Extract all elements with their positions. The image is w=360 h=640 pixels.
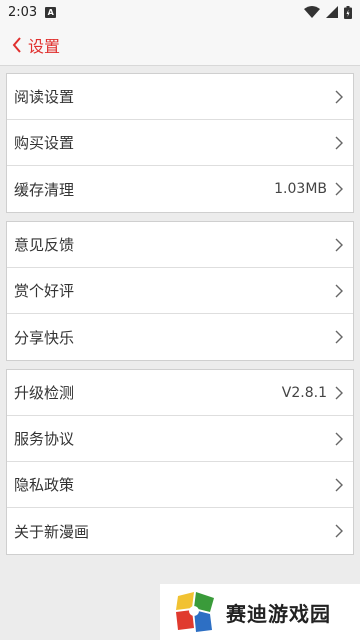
row-label: 分享快乐: [14, 328, 75, 347]
watermark-logo-icon: [176, 592, 214, 632]
row-right: [335, 90, 343, 104]
settings-group-1: 阅读设置 购买设置 缓存清理 1.03MB: [6, 73, 354, 213]
row-right: [335, 284, 343, 298]
row-clear-cache[interactable]: 缓存清理 1.03MB: [7, 166, 353, 212]
row-label: 升级检测: [14, 384, 75, 402]
status-time: 2:03: [8, 4, 38, 20]
version-value: V2.8.1: [281, 384, 327, 401]
row-right: [335, 238, 343, 252]
row-right: [335, 524, 343, 538]
row-about[interactable]: 关于新漫画: [7, 508, 353, 554]
wifi-icon: [304, 6, 320, 18]
row-label: 服务协议: [14, 430, 75, 448]
status-bar: 2:03 A: [0, 0, 360, 24]
signal-icon: [326, 6, 338, 18]
row-privacy-policy[interactable]: 隐私政策: [7, 462, 353, 508]
row-check-update[interactable]: 升级检测 V2.8.1: [7, 370, 353, 416]
chevron-right-icon: [335, 478, 343, 491]
settings-group-2: 意见反馈 赏个好评 分享快乐: [6, 221, 354, 361]
row-reading-settings[interactable]: 阅读设置: [7, 74, 353, 120]
row-terms-of-service[interactable]: 服务协议: [7, 416, 353, 462]
chevron-right-icon: [335, 136, 343, 149]
row-purchase-settings[interactable]: 购买设置: [7, 120, 353, 166]
app-bar: 设置: [0, 24, 360, 66]
chevron-right-icon: [335, 182, 343, 196]
row-label: 缓存清理: [14, 180, 75, 199]
notification-icon: A: [45, 6, 57, 18]
row-label: 购买设置: [14, 134, 75, 152]
cache-size-value: 1.03MB: [274, 181, 327, 197]
chevron-right-icon: [335, 330, 343, 344]
back-button[interactable]: 设置: [12, 33, 60, 57]
settings-group-3: 升级检测 V2.8.1 服务协议 隐私政策 关于新漫画: [6, 369, 354, 555]
row-label: 意见反馈: [14, 236, 75, 254]
chevron-right-icon: [335, 432, 343, 445]
row-right: [335, 330, 343, 344]
row-right: [335, 432, 343, 446]
page-title: 设置: [28, 36, 61, 56]
row-right: 1.03MB: [274, 181, 343, 197]
row-rate-app[interactable]: 赏个好评: [7, 268, 353, 314]
chevron-right-icon: [335, 90, 343, 103]
settings-screen: 2:03 A 设置 阅读设置 购买设置 缓存清理 1.03MB 意见反馈 赏个好…: [0, 0, 360, 640]
row-label: 阅读设置: [14, 88, 75, 106]
settings-content: 阅读设置 购买设置 缓存清理 1.03MB 意见反馈 赏个好评 分享快乐 升级检…: [0, 66, 360, 555]
chevron-right-icon: [335, 386, 343, 399]
chevron-right-icon: [335, 238, 343, 251]
row-feedback[interactable]: 意见反馈: [7, 222, 353, 268]
status-left: 2:03 A: [8, 4, 57, 20]
row-label: 关于新漫画: [14, 522, 90, 541]
battery-icon: [344, 5, 352, 19]
row-right: [335, 478, 343, 492]
row-right: V2.8.1: [282, 385, 343, 401]
row-label: 隐私政策: [14, 476, 75, 494]
back-chevron-icon: [12, 36, 21, 53]
watermark: 赛迪游戏园: [160, 584, 360, 640]
watermark-text: 赛迪游戏园: [226, 601, 331, 626]
chevron-right-icon: [335, 524, 343, 538]
status-right: [304, 5, 352, 19]
row-right: [335, 136, 343, 150]
row-label: 赏个好评: [14, 282, 75, 300]
chevron-right-icon: [335, 284, 343, 297]
row-share[interactable]: 分享快乐: [7, 314, 353, 360]
